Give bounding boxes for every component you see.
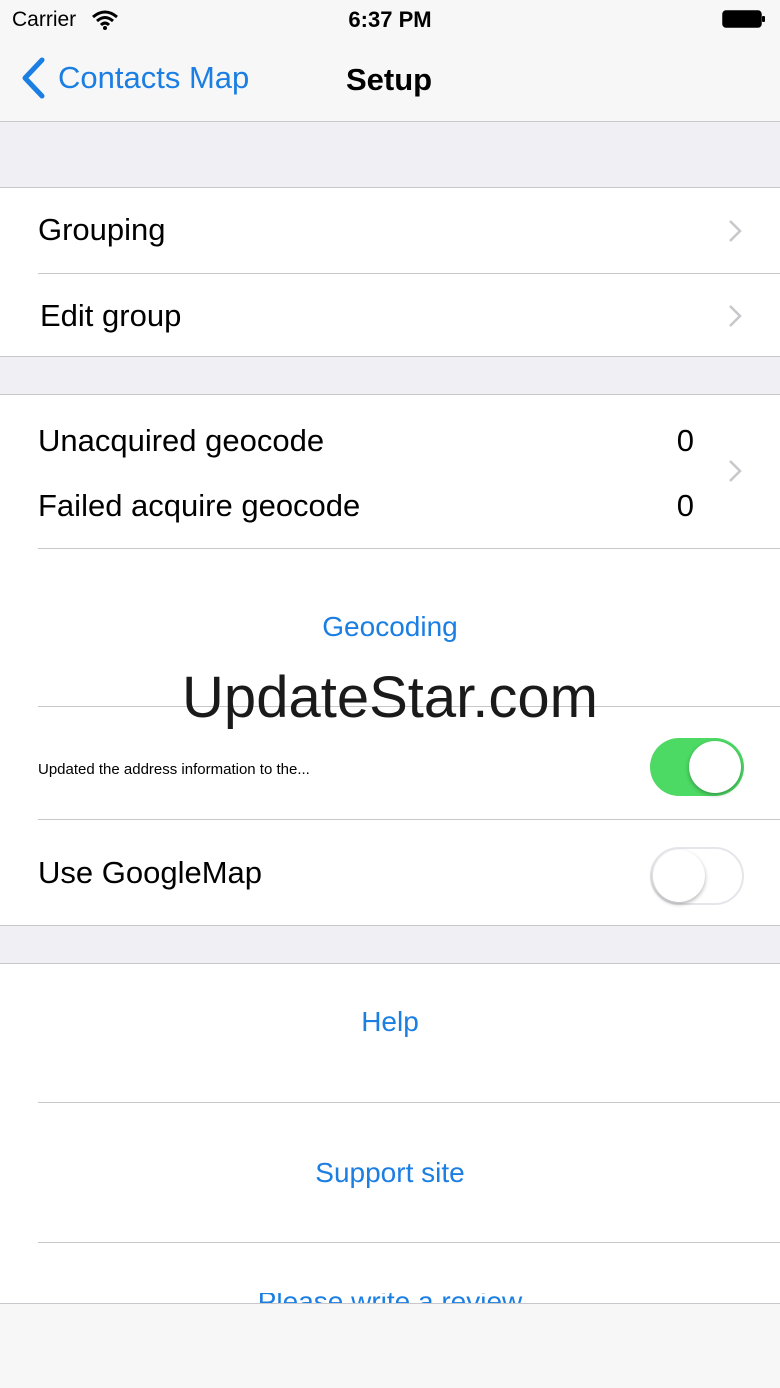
failed-geocode-label: Failed acquire geocode [38, 488, 361, 523]
back-button-label: Contacts Map [58, 60, 250, 95]
review-button-label: Please write a review [0, 1293, 780, 1303]
switch-knob [653, 850, 705, 902]
edit-group-row[interactable]: Edit group [0, 274, 780, 356]
auto-update-label: Updated the address information to the..… [38, 761, 310, 778]
battery-icon [722, 10, 765, 28]
status-bar: Carrier 6:37 PM [0, 0, 780, 40]
use-googlemap-switch[interactable] [650, 847, 744, 905]
support-site-button[interactable]: Support site [0, 1157, 780, 1189]
help-button[interactable]: Help [0, 1006, 780, 1038]
separator [38, 1102, 780, 1103]
geocode-status-row[interactable]: Unacquired geocode 0 Failed acquire geoc… [0, 395, 780, 548]
back-button[interactable]: Contacts Map [20, 56, 249, 100]
grouping-row[interactable]: Grouping [0, 188, 780, 273]
unacquired-geocode-label: Unacquired geocode [38, 423, 325, 458]
separator [38, 819, 780, 820]
geocoding-button[interactable]: Geocoding [0, 611, 780, 643]
edit-group-label: Edit group [40, 298, 182, 333]
grouping-label: Grouping [38, 212, 166, 247]
unacquired-geocode-value: 0 [676, 423, 694, 458]
use-googlemap-label: Use GoogleMap [38, 855, 263, 890]
separator [38, 706, 780, 707]
support-section: Help Support site [0, 963, 780, 1324]
bottom-toolbar [0, 1303, 780, 1388]
geocode-section: Unacquired geocode 0 Failed acquire geoc… [0, 394, 780, 926]
chevron-left-icon [22, 57, 45, 99]
page-title: Setup [346, 62, 433, 97]
chevron-right-icon [729, 220, 742, 242]
switch-knob [689, 741, 741, 793]
auto-update-switch[interactable] [650, 738, 744, 796]
separator [38, 1242, 780, 1243]
navigation-bar: Contacts Map Setup [0, 40, 780, 122]
review-button[interactable]: Please write a review [0, 1293, 780, 1303]
grouping-section: Grouping Edit group [0, 187, 780, 357]
chevron-right-icon [729, 460, 742, 482]
failed-geocode-value: 0 [676, 488, 694, 523]
separator [38, 548, 780, 549]
status-time: 6:37 PM [348, 7, 432, 32]
chevron-right-icon [729, 305, 742, 327]
